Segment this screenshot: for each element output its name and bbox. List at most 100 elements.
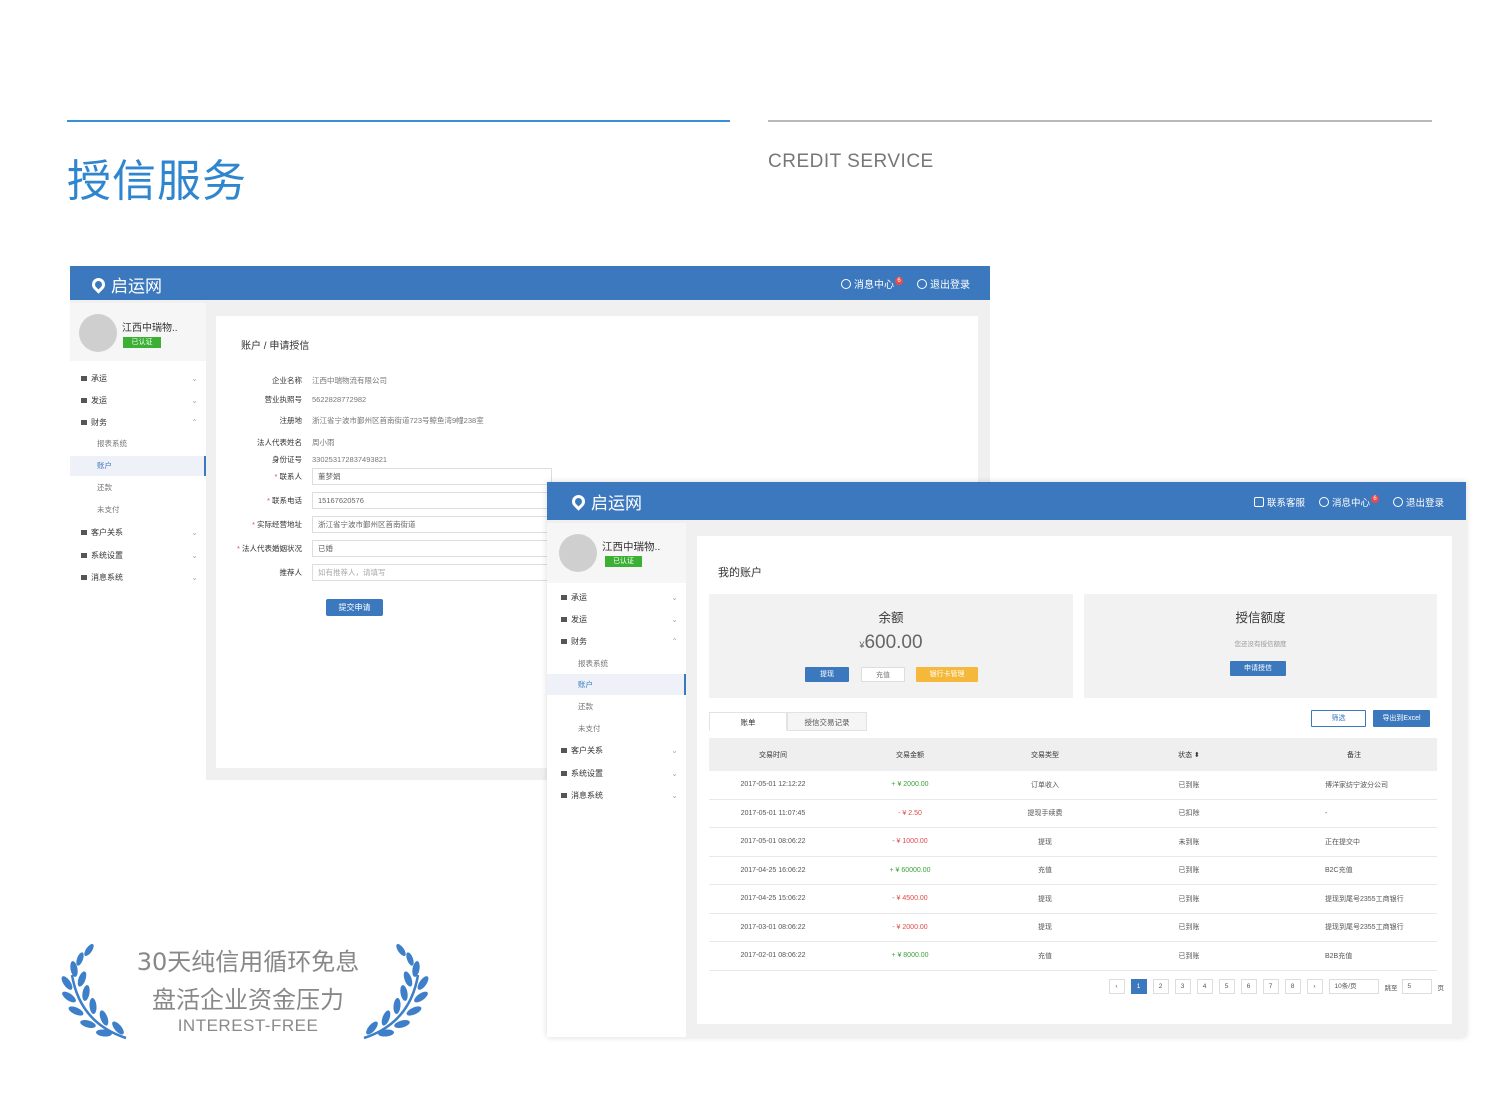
breadcrumb: 账户 / 申请授信: [241, 341, 310, 352]
avatar[interactable]: [79, 314, 117, 352]
pagination: ‹ 1 2 3 4 5 6 7 8 › 10条/页 跳至 5 页: [1103, 979, 1444, 994]
balance-card: 余额 ¥600.00 提现 充值 银行卡管理: [709, 594, 1073, 698]
sidebar-item-messages[interactable]: 消息系统 ⌄: [70, 570, 206, 584]
page-button[interactable]: 4: [1196, 979, 1213, 994]
heading-rule-left: [67, 120, 730, 122]
sidebar-item-shipping[interactable]: 发运 ⌄: [70, 393, 206, 407]
cell-type: 提现: [1038, 895, 1052, 903]
marital-status-input[interactable]: 已婚: [312, 540, 552, 557]
logout-link[interactable]: 退出登录: [917, 276, 970, 291]
logout-link[interactable]: 退出登录: [1392, 495, 1444, 509]
withdraw-button[interactable]: 提现: [805, 667, 849, 682]
sidebar-item-customers[interactable]: 客户关系 ⌄: [70, 525, 206, 539]
brand-name: 启运网: [111, 277, 162, 297]
sidebar-sub-repayment[interactable]: 还款: [547, 696, 686, 717]
table-header: 交易时间 交易金额 交易类型 状态 ⬍ 备注: [709, 738, 1437, 771]
sidebar-sub-reports[interactable]: 报表系统: [70, 434, 206, 454]
cell-note: B2C充值: [1325, 867, 1353, 875]
page-button[interactable]: 6: [1240, 979, 1257, 994]
sidebar-sub-account[interactable]: 账户: [70, 456, 206, 476]
contact-input[interactable]: 董梦娟: [312, 468, 552, 485]
headset-icon: [1253, 497, 1264, 507]
prev-page-button[interactable]: ‹: [1108, 979, 1125, 994]
balance-amount: ¥600.00: [859, 632, 923, 653]
list-icon: [81, 397, 87, 403]
page-button[interactable]: 7: [1262, 979, 1279, 994]
form-row-contact: * 联系人 董梦娟: [216, 468, 552, 485]
table-row: 2017-05-01 08:06:22 - ¥ 1000.00 提现 未到账 正在提交中: [709, 828, 1437, 857]
tab-credit-records[interactable]: 授信交易记录: [787, 712, 867, 731]
cell-amount: - ¥ 2.50: [898, 809, 922, 817]
jump-page-input[interactable]: 5: [1401, 979, 1432, 994]
cell-type: 提现: [1038, 924, 1052, 932]
referrer-input[interactable]: 如有推荐人，请填写: [312, 564, 552, 581]
cell-note: 提现到尾号2355工商银行: [1325, 895, 1404, 903]
avatar[interactable]: [559, 534, 597, 572]
page-button[interactable]: 1: [1130, 979, 1147, 994]
customer-service-link[interactable]: 联系客服: [1253, 495, 1305, 509]
business-address-input[interactable]: 浙江省宁波市鄞州区首南街道: [312, 516, 552, 533]
promo-english: INTEREST-FREE: [177, 1016, 319, 1035]
page-title: 我的账户: [718, 567, 762, 579]
chevron-down-icon: ⌄: [671, 745, 678, 755]
page-button[interactable]: 2: [1152, 979, 1169, 994]
cell-time: 2017-05-01 11:07:45: [740, 809, 806, 817]
sidebar-sub-repayment[interactable]: 还款: [70, 478, 206, 498]
sidebar: 江西中瑞物.. 已认证 承运 ⌄ 发运 ⌄ 财务 ⌃ 报表系统 账户 还款 未支…: [70, 303, 206, 780]
page-button[interactable]: 5: [1218, 979, 1235, 994]
form-row-phone: * 联系电话 15167620576: [216, 492, 552, 509]
company-value: 江西中瑞物流有限公司: [312, 376, 387, 385]
sidebar-sub-account[interactable]: 账户: [547, 674, 686, 695]
sidebar-sub-reports[interactable]: 报表系统: [547, 653, 686, 674]
license-value: 5622828772982: [312, 395, 367, 404]
bank-card-button[interactable]: 银行卡管理: [916, 667, 978, 682]
account-tabs: 账单 授信交易记录: [709, 712, 867, 731]
chevron-down-icon: ⌄: [671, 592, 678, 602]
column-status[interactable]: 状态 ⬍: [1107, 750, 1271, 760]
sidebar-item-settings[interactable]: 系统设置 ⌄: [70, 548, 206, 562]
sidebar-item-finance[interactable]: 财务 ⌃: [547, 634, 686, 648]
chevron-up-icon: ⌃: [191, 417, 198, 427]
address-value: 浙江省宁波市鄞州区首南街道723号鲸鱼湾9幢238室: [312, 416, 484, 425]
brand-logo[interactable]: 启运网: [569, 489, 642, 514]
cell-time: 2017-02-01 08:06:22: [740, 952, 806, 960]
message-badge: 6: [895, 276, 903, 285]
cell-note: B2B充值: [1325, 952, 1353, 960]
sidebar-item-carrier[interactable]: 承运 ⌄: [547, 590, 686, 604]
page-size-select[interactable]: 10条/页: [1328, 979, 1379, 994]
heading-rule-right: [768, 120, 1432, 122]
user-box: 江西中瑞物.. 已认证: [70, 303, 206, 361]
sidebar-item-finance[interactable]: 财务 ⌃: [70, 415, 206, 429]
brand-logo[interactable]: 启运网: [89, 272, 162, 297]
sidebar-item-customers[interactable]: 客户关系 ⌄: [547, 743, 686, 757]
sidebar-item-settings[interactable]: 系统设置 ⌄: [547, 766, 686, 780]
submit-application-button[interactable]: 提交申请: [326, 599, 383, 616]
page-title: 授信服务: [67, 156, 247, 207]
message-center-link[interactable]: 消息中心 6: [1318, 495, 1379, 509]
recharge-button[interactable]: 充值: [861, 667, 905, 682]
sidebar-sub-unpaid[interactable]: 未支付: [70, 500, 206, 520]
page-button[interactable]: 3: [1174, 979, 1191, 994]
truck-icon: [561, 594, 567, 600]
sidebar-item-messages[interactable]: 消息系统 ⌄: [547, 788, 686, 802]
apply-credit-button[interactable]: 申请授信: [1230, 661, 1286, 676]
tab-bill[interactable]: 账单: [709, 712, 787, 731]
message-icon: [1318, 497, 1329, 507]
page-subtitle: CREDIT SERVICE: [768, 151, 934, 172]
cell-time: 2017-05-01 12:12:22: [740, 781, 806, 789]
sidebar-sub-unpaid[interactable]: 未支付: [547, 718, 686, 739]
sidebar-item-shipping[interactable]: 发运 ⌄: [547, 612, 686, 626]
next-page-button[interactable]: ›: [1306, 979, 1323, 994]
message-badge: 6: [1370, 495, 1379, 503]
cell-status: 已到账: [1178, 924, 1200, 932]
cell-status: 已到账: [1178, 895, 1200, 903]
export-excel-button[interactable]: 导出到Excel: [1373, 710, 1430, 727]
sidebar-item-carrier[interactable]: 承运 ⌄: [70, 371, 206, 385]
column-type: 交易类型: [1031, 751, 1059, 759]
filter-button[interactable]: 筛选: [1311, 710, 1366, 727]
phone-input[interactable]: 15167620576: [312, 492, 552, 509]
page-button[interactable]: 8: [1284, 979, 1301, 994]
verified-badge: 已认证: [123, 337, 161, 348]
message-center-link[interactable]: 消息中心 6: [841, 276, 903, 291]
user-name: 江西中瑞物..: [602, 541, 661, 553]
